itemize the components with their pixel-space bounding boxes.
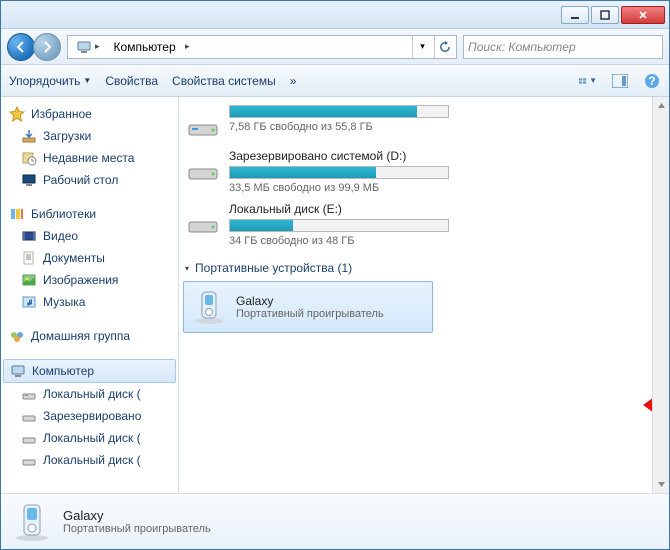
details-pane: Galaxy Портативный проигрыватель bbox=[1, 493, 669, 549]
annotation-arrow bbox=[643, 390, 652, 423]
breadcrumb-seg[interactable]: Компьютер bbox=[114, 40, 176, 54]
sidebar-libraries[interactable]: Библиотеки bbox=[1, 203, 178, 225]
sidebar: Избранное Загрузки Недавние места Рабочи… bbox=[1, 97, 179, 493]
titlebar bbox=[1, 1, 669, 29]
pictures-icon bbox=[21, 272, 37, 288]
drive-large-icon bbox=[185, 149, 221, 185]
drive-name: Локальный диск (E:) bbox=[229, 202, 489, 216]
device-galaxy[interactable]: Galaxy Портативный проигрыватель bbox=[183, 281, 433, 333]
drive-name: Зарезервировано системой (D:) bbox=[229, 149, 489, 163]
minimize-button[interactable] bbox=[561, 6, 589, 24]
sidebar-video[interactable]: Видео bbox=[1, 225, 178, 247]
scroll-up[interactable] bbox=[653, 97, 669, 114]
sidebar-downloads[interactable]: Загрузки bbox=[1, 125, 178, 147]
recent-icon bbox=[21, 150, 37, 166]
system-properties-button[interactable]: Свойства системы bbox=[172, 74, 276, 88]
drive-free-text: 7,58 ГБ свободно из 55,8 ГБ bbox=[229, 121, 489, 133]
nav-row: ▸ Компьютер ▸ ▾ Поиск: Компьютер bbox=[1, 29, 669, 65]
svg-text:?: ? bbox=[648, 74, 655, 88]
drive-large-icon bbox=[185, 105, 221, 141]
computer-icon bbox=[10, 363, 26, 379]
device-sub: Портативный проигрыватель bbox=[236, 308, 384, 320]
address-dropdown[interactable]: ▾ bbox=[412, 36, 432, 58]
drive-icon bbox=[21, 408, 37, 424]
properties-button[interactable]: Свойства bbox=[105, 74, 158, 88]
sidebar-drive-c[interactable]: Локальный диск ( bbox=[1, 383, 178, 405]
sidebar-drive-e[interactable]: Локальный диск ( bbox=[1, 427, 178, 449]
overflow-button[interactable]: » bbox=[290, 74, 297, 88]
preview-pane-button[interactable] bbox=[611, 72, 629, 90]
drive-item[interactable]: Локальный диск (E:) 34 ГБ свободно из 48… bbox=[183, 198, 644, 251]
organize-button[interactable]: Упорядочить▼ bbox=[9, 74, 91, 88]
forward-button[interactable] bbox=[33, 33, 61, 61]
sidebar-homegroup[interactable]: Домашняя группа bbox=[1, 325, 178, 347]
star-icon bbox=[9, 106, 25, 122]
media-player-icon bbox=[190, 288, 228, 326]
drive-free-text: 34 ГБ свободно из 48 ГБ bbox=[229, 235, 489, 247]
back-button[interactable] bbox=[7, 33, 35, 61]
scroll-down[interactable] bbox=[653, 476, 669, 493]
content-scrollbar[interactable] bbox=[652, 97, 669, 493]
help-button[interactable]: ? bbox=[643, 72, 661, 90]
portable-devices-header[interactable]: ▾Портативные устройства (1) bbox=[185, 261, 644, 275]
sidebar-desktop[interactable]: Рабочий стол bbox=[1, 169, 178, 191]
sidebar-documents[interactable]: Документы bbox=[1, 247, 178, 269]
download-icon bbox=[21, 128, 37, 144]
explorer-window: ▸ Компьютер ▸ ▾ Поиск: Компьютер Упорядо… bbox=[0, 0, 670, 550]
details-sub: Портативный проигрыватель bbox=[63, 523, 211, 535]
media-player-icon bbox=[11, 501, 53, 543]
sidebar-computer[interactable]: Компьютер bbox=[3, 359, 176, 383]
close-button[interactable] bbox=[621, 6, 665, 24]
search-input[interactable]: Поиск: Компьютер bbox=[463, 35, 663, 59]
drive-icon bbox=[21, 386, 37, 402]
view-options-button[interactable]: ▼ bbox=[579, 72, 597, 90]
drive-large-icon bbox=[185, 202, 221, 238]
content-pane: 7,58 ГБ свободно из 55,8 ГБ Зарезервиров… bbox=[179, 97, 652, 493]
drive-icon bbox=[21, 430, 37, 446]
refresh-button[interactable] bbox=[434, 36, 454, 58]
search-placeholder: Поиск: Компьютер bbox=[468, 40, 576, 54]
sidebar-favorites[interactable]: Избранное bbox=[1, 103, 178, 125]
music-icon bbox=[21, 294, 37, 310]
maximize-button[interactable] bbox=[591, 6, 619, 24]
desktop-icon bbox=[21, 172, 37, 188]
documents-icon bbox=[21, 250, 37, 266]
sidebar-pictures[interactable]: Изображения bbox=[1, 269, 178, 291]
sidebar-music[interactable]: Музыка bbox=[1, 291, 178, 313]
computer-small-icon bbox=[76, 39, 92, 55]
sidebar-drive-d[interactable]: Зарезервировано bbox=[1, 405, 178, 427]
drive-free-text: 33,5 МБ свободно из 99,9 МБ bbox=[229, 182, 489, 194]
drive-icon bbox=[21, 452, 37, 468]
toolbar: Упорядочить▼ Свойства Свойства системы »… bbox=[1, 65, 669, 97]
drive-item[interactable]: Зарезервировано системой (D:) 33,5 МБ св… bbox=[183, 145, 644, 198]
drive-item[interactable]: 7,58 ГБ свободно из 55,8 ГБ bbox=[183, 101, 644, 145]
device-name: Galaxy bbox=[236, 294, 384, 308]
libraries-icon bbox=[9, 206, 25, 222]
sidebar-recent[interactable]: Недавние места bbox=[1, 147, 178, 169]
details-name: Galaxy bbox=[63, 508, 211, 523]
video-icon bbox=[21, 228, 37, 244]
homegroup-icon bbox=[9, 328, 25, 344]
address-bar[interactable]: ▸ Компьютер ▸ ▾ bbox=[67, 35, 457, 59]
sidebar-drive-f[interactable]: Локальный диск ( bbox=[1, 449, 178, 471]
